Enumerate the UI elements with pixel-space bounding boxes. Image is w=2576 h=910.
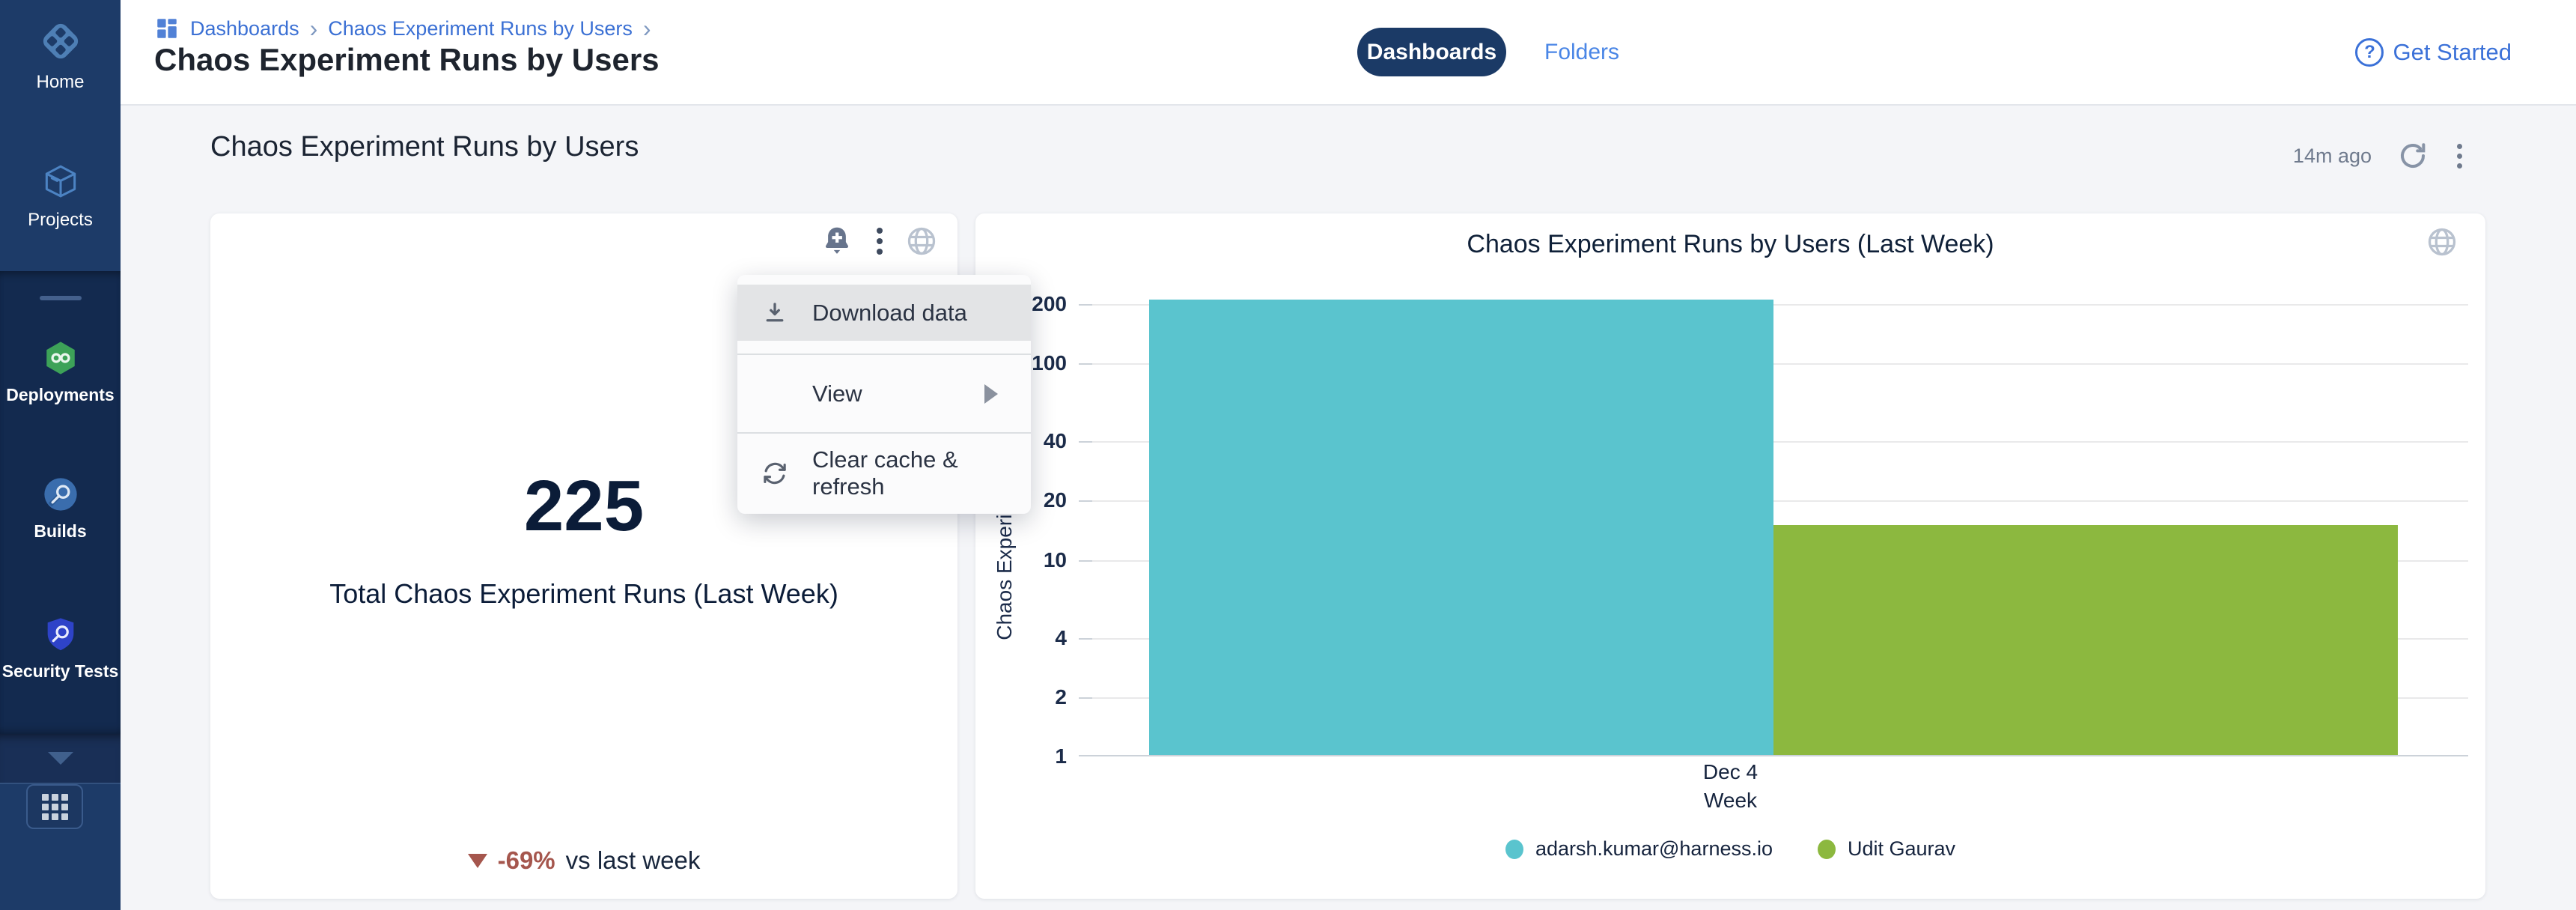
down-triangle-icon xyxy=(468,854,487,868)
sidebar-collapse-button[interactable] xyxy=(0,734,121,784)
dashboard-toolbar: 14m ago xyxy=(2293,136,2465,176)
menu-item-label: View xyxy=(812,380,862,407)
breadcrumb: Dashboards › Chaos Experiment Runs by Us… xyxy=(154,13,651,43)
stat-label: Total Chaos Experiment Runs (Last Week) xyxy=(210,578,957,610)
download-icon xyxy=(737,300,812,327)
sidebar-item-builds[interactable]: Builds xyxy=(0,475,121,542)
grid-icon xyxy=(42,794,68,820)
x-axis-line xyxy=(1079,755,2468,756)
tile-more-menu-icon[interactable] xyxy=(874,225,886,258)
menu-item-label: Clear cache & refresh xyxy=(812,446,1031,500)
alert-bell-icon[interactable] xyxy=(820,224,854,258)
bar-Udit Gaurav[interactable] xyxy=(1773,525,2398,756)
get-started-link[interactable]: ? Get Started xyxy=(2355,28,2512,76)
chart-plot-area: 200100402010421 xyxy=(1079,285,2468,756)
get-started-label: Get Started xyxy=(2393,39,2512,66)
chart-title: Chaos Experiment Runs by Users (Last Wee… xyxy=(975,230,2485,259)
dashboard-content: Chaos Experiment Runs by Users 14m ago xyxy=(121,106,2576,910)
help-question-icon: ? xyxy=(2355,38,2384,67)
breadcrumb-separator: › xyxy=(310,16,318,40)
sidebar-item-label: Deployments xyxy=(0,385,121,405)
harness-home-icon xyxy=(37,18,84,64)
dashboards-grid-icon xyxy=(154,16,180,41)
globe-icon[interactable] xyxy=(905,225,938,258)
sidebar-divider xyxy=(40,296,82,300)
sidebar-item-security-tests[interactable]: Security Tests xyxy=(0,615,121,682)
shield-magnifier-icon xyxy=(41,615,80,654)
dashboard-more-menu-icon[interactable] xyxy=(2454,141,2465,172)
legend-dot-icon xyxy=(1818,840,1836,859)
sidebar-item-label: Security Tests xyxy=(0,661,121,682)
x-axis-title: Week xyxy=(975,789,2485,813)
top-header: Dashboards › Chaos Experiment Runs by Us… xyxy=(121,0,2576,106)
axis-tick xyxy=(1079,500,1092,502)
legend-item[interactable]: Udit Gaurav xyxy=(1818,837,1955,861)
menu-item-view[interactable]: View xyxy=(737,355,1031,432)
stat-tile-actions xyxy=(820,224,938,258)
y-tick-label: 2 xyxy=(999,683,1067,712)
tab-folders[interactable]: Folders xyxy=(1544,28,1619,76)
submenu-arrow-icon xyxy=(984,384,998,404)
axis-tick xyxy=(1079,560,1092,562)
delta-suffix: vs last week xyxy=(566,846,701,875)
legend-dot-icon xyxy=(1505,840,1523,859)
breadcrumb-link-current[interactable]: Chaos Experiment Runs by Users xyxy=(328,17,633,40)
sidebar-nav: Home Projects Deployments xyxy=(0,0,121,910)
breadcrumb-link-dashboards[interactable]: Dashboards xyxy=(190,17,299,40)
axis-tick xyxy=(1079,638,1092,640)
menu-item-clear-cache[interactable]: Clear cache & refresh xyxy=(737,434,1031,512)
tab-dashboards[interactable]: Dashboards xyxy=(1357,28,1506,76)
page-title: Chaos Experiment Runs by Users xyxy=(154,42,660,78)
axis-tick xyxy=(1079,441,1092,443)
breadcrumb-separator: › xyxy=(643,16,651,40)
refresh-icon xyxy=(737,459,812,488)
deployments-infinity-icon xyxy=(41,339,80,377)
legend-label: Udit Gaurav xyxy=(1848,837,1955,861)
sidebar-item-home[interactable]: Home xyxy=(0,18,121,93)
globe-icon[interactable] xyxy=(2426,225,2458,258)
x-category-label: Dec 4 xyxy=(975,760,2485,784)
sidebar-item-projects[interactable]: Projects xyxy=(0,160,121,231)
axis-tick xyxy=(1079,304,1092,306)
refresh-icon[interactable] xyxy=(2397,140,2429,172)
tile-context-menu: Download data View Clear cache & refresh xyxy=(737,275,1031,514)
legend-item[interactable]: adarsh.kumar@harness.io xyxy=(1505,837,1773,861)
chevron-down-icon xyxy=(48,752,73,765)
y-tick-label: 10 xyxy=(999,546,1067,574)
y-tick-label: 4 xyxy=(999,624,1067,652)
legend-label: adarsh.kumar@harness.io xyxy=(1535,837,1773,861)
sidebar-item-label: Projects xyxy=(0,210,121,231)
chart-tile: Chaos Experiment Runs by Users (Last Wee… xyxy=(975,213,2485,899)
builds-magnifier-icon xyxy=(41,475,80,514)
menu-item-label: Download data xyxy=(812,300,967,327)
menu-item-download-data[interactable]: Download data xyxy=(737,285,1031,341)
dashboard-heading: Chaos Experiment Runs by Users xyxy=(210,131,639,163)
stat-delta: -69% vs last week xyxy=(210,846,957,875)
last-refreshed-text: 14m ago xyxy=(2293,145,2372,168)
sidebar-item-label: Builds xyxy=(0,521,121,542)
delta-value: -69% xyxy=(498,846,555,875)
axis-tick xyxy=(1079,363,1092,365)
chart-legend: adarsh.kumar@harness.io Udit Gaurav xyxy=(975,837,2485,861)
sidebar-module-band: Deployments Builds xyxy=(0,271,121,734)
app-window: Home Projects Deployments xyxy=(0,0,2576,910)
cube-icon xyxy=(40,160,82,202)
axis-tick xyxy=(1079,697,1092,699)
module-switcher-button[interactable] xyxy=(26,784,83,829)
bar-adarsh.kumar@harness.io[interactable] xyxy=(1149,300,1773,756)
sidebar-item-deployments[interactable]: Deployments xyxy=(0,339,121,405)
sidebar-item-label: Home xyxy=(0,72,121,93)
